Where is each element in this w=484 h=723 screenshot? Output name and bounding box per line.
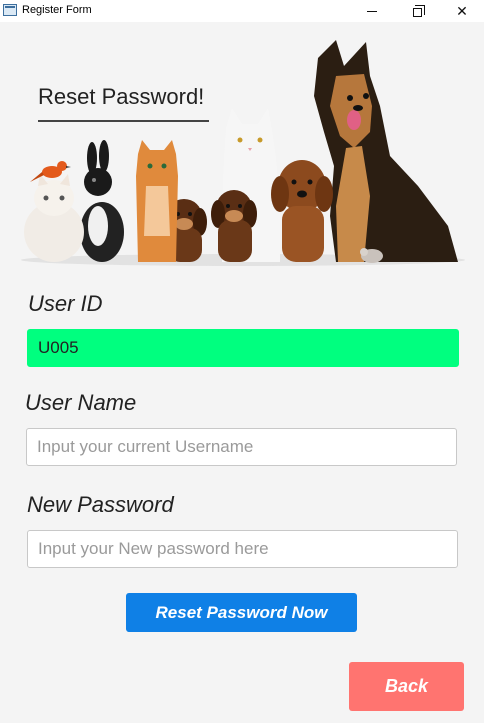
new-password-label: New Password (27, 492, 174, 517)
close-button[interactable]: ✕ (440, 0, 484, 22)
persian-kitten (24, 174, 84, 262)
window-title: Register Form (22, 4, 92, 16)
dachshund-puppy (271, 160, 333, 262)
restore-icon (412, 4, 425, 17)
maximize-button[interactable] (395, 0, 439, 22)
close-icon: ✕ (456, 2, 468, 19)
german-shepherd-dog (314, 40, 458, 262)
minimize-button[interactable] (350, 0, 394, 22)
minimize-icon (367, 10, 377, 12)
window-titlebar: Register Form ✕ (0, 0, 484, 22)
app-window-icon (3, 4, 17, 16)
reset-password-button[interactable]: Reset Password Now (126, 593, 357, 632)
back-button[interactable]: Back (349, 662, 464, 711)
user-name-label: User Name (25, 390, 137, 415)
new-password-input[interactable] (27, 530, 458, 568)
black-rabbit (80, 140, 124, 262)
title-underline (38, 120, 209, 122)
user-id-input[interactable] (27, 329, 459, 367)
pets-group-image (21, 40, 465, 266)
user-name-input[interactable] (26, 428, 457, 466)
page-title: Reset Password! (38, 84, 205, 109)
orange-kitten (136, 140, 178, 262)
user-id-label: User ID (28, 291, 103, 316)
puppy-middle (211, 190, 257, 262)
